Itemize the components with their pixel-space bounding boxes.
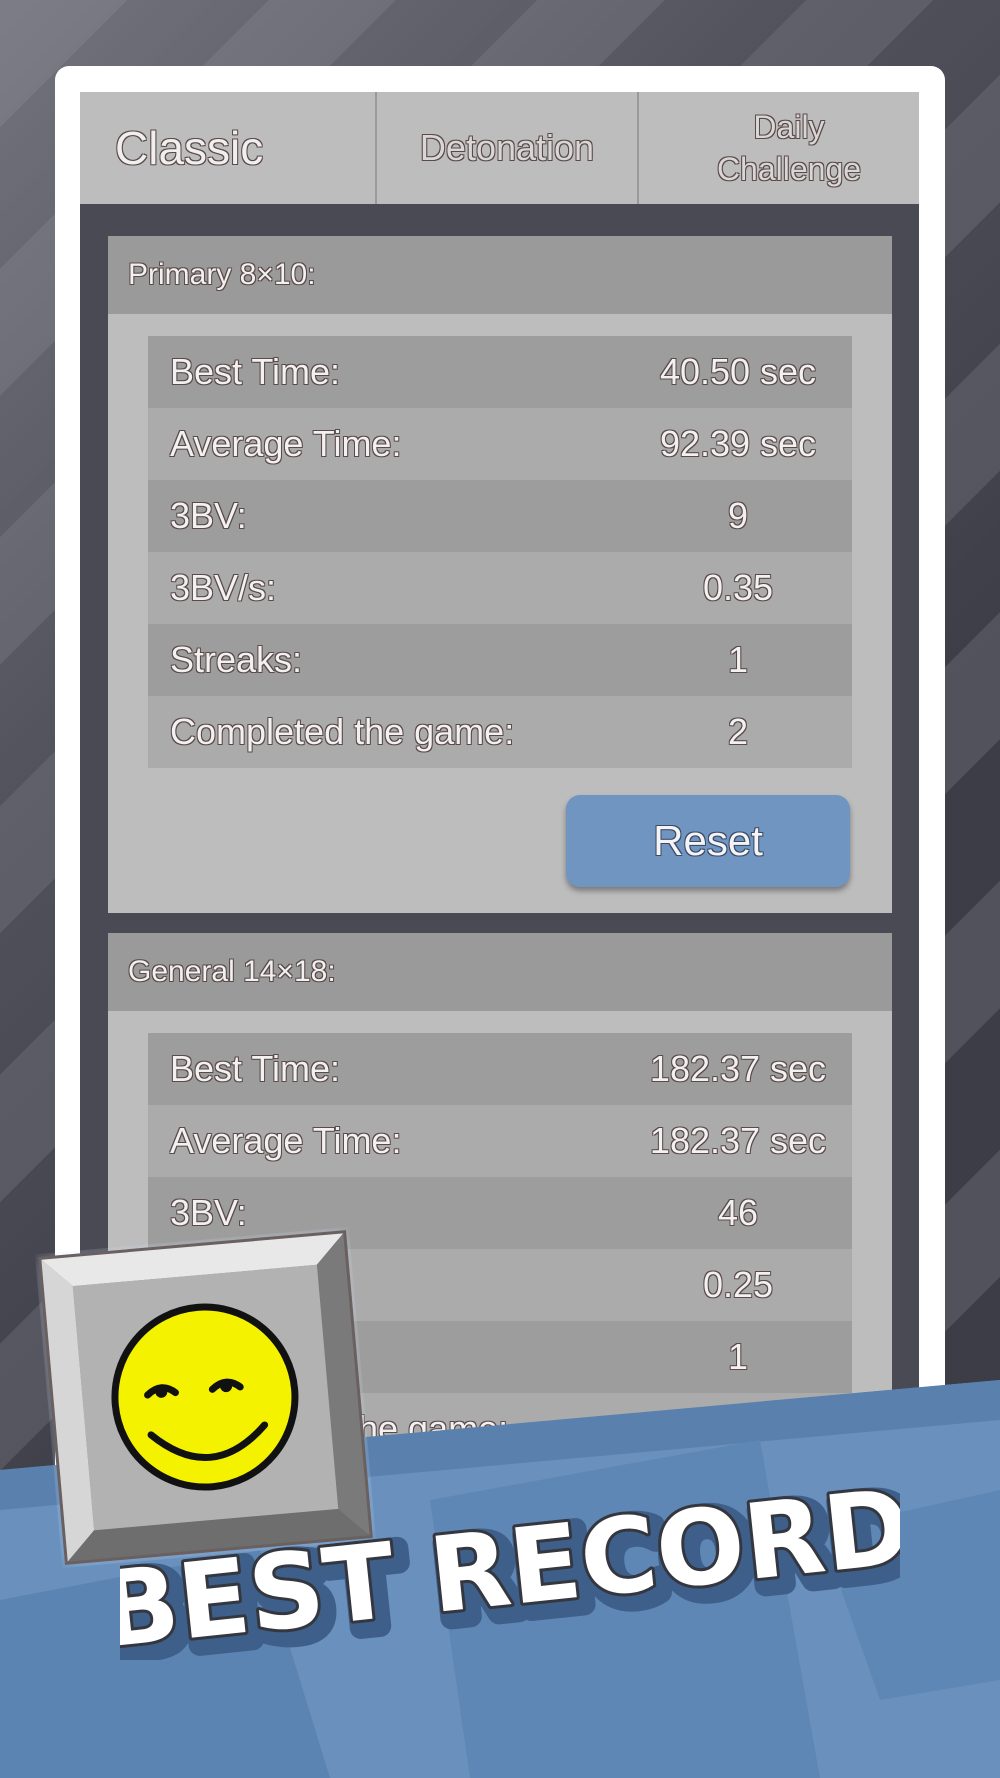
stat-value: 46 [717, 1192, 759, 1233]
stat-label: Best Time: [170, 1048, 341, 1089]
section-header: General 14×18: [108, 933, 892, 1011]
mode-tabs: Classic Detonation Daily Challenge [80, 92, 919, 204]
stat-row: 3BV: 9 [148, 480, 852, 552]
stat-value: 0.25 [702, 1264, 774, 1305]
stat-label: Best Time: [170, 351, 341, 392]
stat-value: 40.50 sec [659, 351, 817, 392]
section-header: Primary 8×10: [108, 236, 892, 314]
stat-label: Average Time: [170, 423, 402, 464]
stat-value: 0.35 [702, 567, 774, 608]
stat-value: 1 [727, 639, 749, 680]
stat-label: Average Time: [170, 1120, 402, 1161]
banner-title: BEST RECORD BEST RECORD [120, 1480, 900, 1660]
stat-value: 1 [727, 1336, 749, 1377]
stat-row: 3BV/s: 0.35 [148, 552, 852, 624]
stat-row: Best Time: 40.50 sec [148, 336, 852, 408]
stat-value: 2 [727, 711, 749, 752]
stat-row: Average Time: 182.37 sec [148, 1105, 852, 1177]
tab-classic[interactable]: Classic [80, 92, 375, 204]
stat-value: 92.39 sec [659, 423, 817, 464]
stat-value: 182.37 sec [649, 1120, 827, 1161]
stat-label: 3BV: [170, 1192, 247, 1233]
stat-value: 9 [727, 495, 749, 536]
stat-value: 182.37 sec [649, 1048, 827, 1089]
stat-label: 3BV/s: [170, 567, 277, 608]
tab-detonation[interactable]: Detonation [375, 92, 639, 204]
reset-button[interactable]: Reset [566, 795, 850, 887]
tab-daily-challenge[interactable]: Daily Challenge [639, 92, 919, 204]
stats-section-primary: Primary 8×10: Best Time: 40.50 sec Averag… [108, 236, 892, 913]
stat-row: Average Time: 92.39 sec [148, 408, 852, 480]
stat-label: Completed the game: [170, 711, 515, 752]
stat-row: Best Time: 182.37 sec [148, 1033, 852, 1105]
stats-table: Best Time: 40.50 sec Average Time: 92.39 s… [148, 336, 852, 768]
stat-label: 3BV: [170, 495, 247, 536]
stat-row: Completed the game: 2 [148, 696, 852, 768]
stat-label: Streaks: [170, 639, 303, 680]
stat-row: Streaks: 1 [148, 624, 852, 696]
